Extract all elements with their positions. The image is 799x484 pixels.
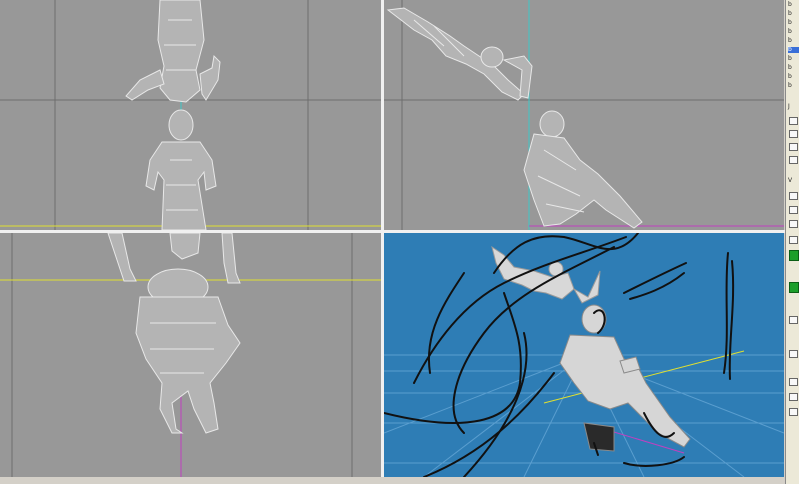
checkbox[interactable] [789,378,798,386]
list-item[interactable]: b [788,2,799,8]
wireframe-figure-crouched [135,268,241,434]
list-item[interactable]: b [788,20,799,26]
viewport-top-left-canvas [0,0,381,230]
divider-vertical[interactable] [381,0,384,477]
status-indicator-green [789,250,799,261]
list-item[interactable]: b [788,38,799,44]
wireframe-figure-flying [386,7,533,101]
viewport-top-right[interactable] [384,0,784,230]
checkbox[interactable] [789,156,798,164]
wireframe-figure-seated [523,110,643,229]
viewport-bottom-right-canvas [384,233,784,477]
viewport-top-right-canvas [384,0,784,230]
divider-horizontal[interactable] [0,230,785,233]
checkbox[interactable] [789,220,798,228]
checkbox[interactable] [789,143,798,151]
viewport-bottom-right[interactable] [384,233,784,477]
list-item[interactable]: b [788,65,799,71]
checkbox[interactable] [789,316,798,324]
checkbox[interactable] [789,393,798,401]
list-item-selected[interactable]: b [788,47,799,53]
list-item[interactable]: b [788,11,799,17]
viewport-bottom-left-canvas [0,233,381,477]
viewport-bottom-left[interactable] [0,233,381,477]
side-panel: b b b b b b b b b b J V [785,0,799,484]
bottom-status-strip [0,477,785,484]
status-indicator-green [789,282,799,293]
checkbox[interactable] [789,192,798,200]
list-item[interactable]: b [788,83,799,89]
checkbox[interactable] [789,206,798,214]
panel-label: J [788,103,790,110]
checkbox[interactable] [789,117,798,125]
viewport-top-left[interactable] [0,0,381,230]
list-item[interactable]: b [788,74,799,80]
checkbox[interactable] [789,408,798,416]
wireframe-figure-upper [125,0,221,103]
panel-label: V [788,177,793,184]
checkbox[interactable] [789,130,798,138]
shaded-figure-seated [559,304,691,452]
list-item[interactable]: b [788,56,799,62]
checkbox[interactable] [789,236,798,244]
checkbox[interactable] [789,350,798,358]
wireframe-figure-lower [145,109,217,230]
list-item[interactable]: b [788,29,799,35]
